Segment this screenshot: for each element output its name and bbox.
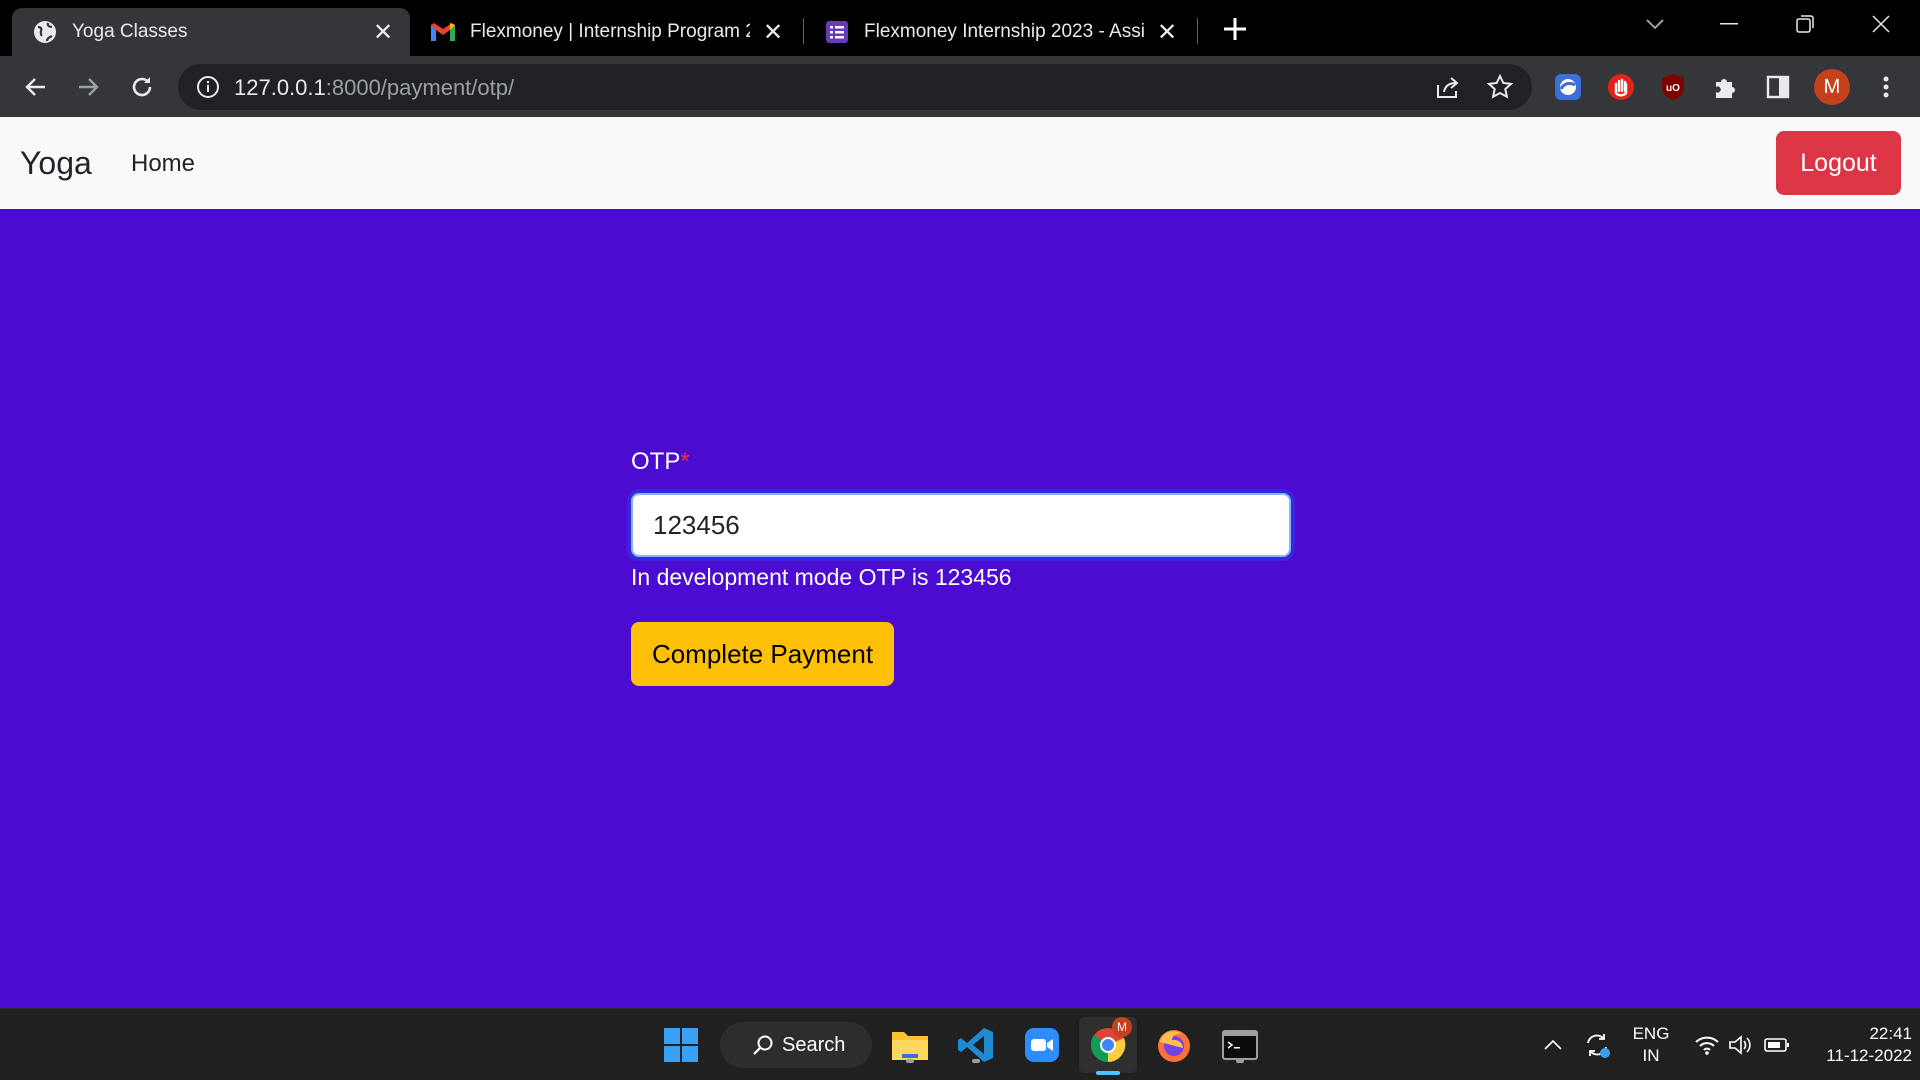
vscode-icon[interactable]	[954, 1023, 998, 1067]
browser-toolbar: 127.0.0.1:8000/payment/otp/ uO M	[0, 56, 1920, 117]
svg-text:uO: uO	[1666, 83, 1680, 94]
globe-icon	[32, 19, 58, 45]
close-window-icon[interactable]	[1844, 0, 1918, 48]
forward-arrow-icon[interactable]	[69, 68, 107, 106]
search-icon	[752, 1034, 774, 1056]
taskbar-search-box[interactable]: Search	[720, 1022, 872, 1068]
address-bar[interactable]: 127.0.0.1:8000/payment/otp/	[178, 64, 1532, 110]
browser-tab-strip: Yoga Classes ✕ Flexmoney | Internship Pr…	[0, 0, 1920, 56]
otp-form: OTP* In development mode OTP is 123456 C…	[631, 448, 1291, 686]
chrome-profile-badge: M	[1112, 1017, 1132, 1037]
running-indicator	[972, 1059, 980, 1063]
firefox-icon[interactable]	[1152, 1023, 1196, 1067]
language-region: IN	[1642, 1046, 1660, 1065]
tab-search-chevron-down-icon[interactable]	[1618, 0, 1692, 48]
language-code: ENG	[1632, 1024, 1670, 1043]
clock-time: 22:41	[1869, 1024, 1912, 1043]
gmail-icon	[430, 19, 456, 45]
site-brand[interactable]: Yoga	[20, 145, 92, 182]
file-explorer-icon[interactable]	[888, 1023, 932, 1067]
browser-menu-icon[interactable]	[1870, 71, 1902, 103]
system-clock[interactable]: 22:41 11-12-2022	[1804, 1023, 1912, 1067]
extension-ublock-icon[interactable]: uO	[1657, 71, 1689, 103]
tab-flexmoney-gmail[interactable]: Flexmoney | Internship Program 2 ✕	[410, 8, 800, 56]
wifi-icon[interactable]	[1692, 1023, 1722, 1067]
otp-label-text: OTP	[631, 448, 681, 475]
otp-label: OTP*	[631, 448, 1291, 476]
extension-adblock-hand-icon[interactable]	[1605, 71, 1637, 103]
otp-input[interactable]	[631, 493, 1291, 557]
google-forms-icon	[824, 19, 850, 45]
reload-icon[interactable]	[123, 68, 161, 106]
language-indicator[interactable]: ENG IN	[1626, 1023, 1676, 1067]
clock-date: 11-12-2022	[1826, 1046, 1912, 1065]
windows-taskbar: Search M ENG IN 22:41 11-12-2022	[0, 1008, 1920, 1080]
chrome-icon[interactable]: M	[1086, 1017, 1132, 1075]
otp-help-text: In development mode OTP is 123456	[631, 564, 1012, 590]
minimize-icon[interactable]	[1692, 0, 1766, 48]
site-navbar: Yoga Home Logout	[0, 117, 1920, 209]
running-indicator	[1236, 1059, 1244, 1063]
close-tab-icon[interactable]: ✕	[758, 17, 788, 47]
running-indicator	[906, 1059, 914, 1063]
windows-start-icon[interactable]	[659, 1023, 703, 1067]
site-info-icon[interactable]	[196, 75, 220, 99]
tab-title: Flexmoney Internship 2023 - Assi	[864, 21, 1144, 42]
new-tab-plus-icon[interactable]	[1218, 12, 1252, 46]
volume-icon[interactable]	[1726, 1023, 1756, 1067]
extensions-puzzle-icon[interactable]	[1709, 71, 1741, 103]
search-label: Search	[782, 1033, 846, 1056]
profile-initial: M	[1823, 75, 1841, 98]
side-panel-icon[interactable]	[1762, 71, 1794, 103]
restore-icon[interactable]	[1768, 0, 1842, 48]
logout-button[interactable]: Logout	[1776, 131, 1901, 195]
close-tab-icon[interactable]: ✕	[368, 17, 398, 47]
share-icon[interactable]	[1434, 73, 1462, 101]
tab-yoga-classes[interactable]: Yoga Classes ✕	[12, 8, 410, 56]
battery-icon[interactable]	[1760, 1023, 1794, 1067]
complete-payment-button[interactable]: Complete Payment	[631, 622, 894, 686]
tab-title: Yoga Classes	[72, 21, 188, 42]
profile-avatar[interactable]: M	[1814, 69, 1850, 105]
required-asterisk: *	[680, 448, 690, 475]
chevron-up-icon[interactable]	[1540, 1023, 1566, 1067]
zoom-icon[interactable]	[1020, 1023, 1064, 1067]
tab-separator	[1197, 18, 1198, 44]
terminal-icon[interactable]	[1218, 1023, 1262, 1067]
tab-title: Flexmoney | Internship Program 2	[470, 21, 750, 42]
back-arrow-icon[interactable]	[17, 68, 55, 106]
bookmark-star-icon[interactable]	[1486, 73, 1514, 101]
nav-link-home[interactable]: Home	[131, 150, 195, 178]
url-path: :8000/payment/otp/	[325, 75, 515, 100]
tab-flexmoney-form[interactable]: Flexmoney Internship 2023 - Assi ✕	[804, 8, 1194, 56]
url-text[interactable]: 127.0.0.1:8000/payment/otp/	[234, 75, 514, 101]
active-indicator	[1096, 1071, 1120, 1075]
close-tab-icon[interactable]: ✕	[1152, 17, 1182, 47]
extension-mirror-icon[interactable]	[1552, 71, 1584, 103]
url-host: 127.0.0.1	[234, 75, 326, 100]
sync-icon[interactable]	[1580, 1023, 1614, 1067]
